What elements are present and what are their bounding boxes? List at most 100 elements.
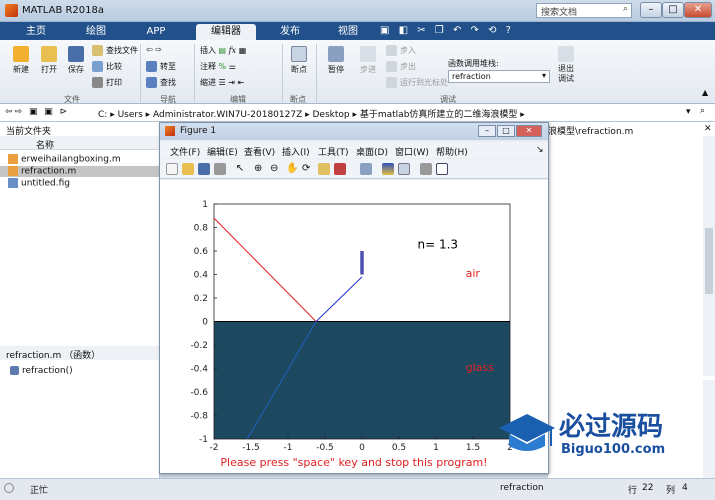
link-plot-icon[interactable] [360,163,372,175]
pause-button[interactable]: 暂停 [322,46,350,75]
nav-buttons[interactable]: ⇦⇨ ▣ ▣ ⊳ [5,107,69,117]
find-icon [146,77,157,88]
tab-publish[interactable]: 发布 [268,24,312,40]
details-header: refraction.m （函数） [0,346,160,361]
menu-help[interactable]: 帮助(H) [436,145,468,158]
rotate-icon[interactable]: ⟳ [302,163,314,175]
menu-tools[interactable]: 工具(T) [318,145,349,158]
ray-line-0 [213,217,317,322]
figure-close-button[interactable]: ✕ [516,125,542,137]
collapse-ribbon-icon[interactable]: ▲ [702,88,708,97]
pan-icon[interactable]: ✋ [286,163,298,175]
fig-file-icon [8,178,18,188]
new-icon [13,46,29,62]
menu-insert[interactable]: 插入(I) [282,145,310,158]
new-figure-icon[interactable] [166,163,178,175]
step-button[interactable]: 步进 [354,46,382,75]
find-files-button[interactable]: 查找文件 [92,45,138,56]
y-tick-label: 0.6 [194,247,209,257]
graduation-cap-icon [499,414,555,451]
address-bar: ⇦⇨ ▣ ▣ ⊳ C: ▸ Users ▸ Administrator.WIN7… [0,104,715,122]
hide-plot-tools-icon[interactable] [420,163,432,175]
pointer-icon[interactable]: ↖ [234,163,246,175]
comment-button[interactable]: 注释 % ⚌ [200,61,236,72]
tab-plots[interactable]: 绘图 [74,24,118,40]
comment-icon: ⚌ [228,62,236,71]
search-icon[interactable]: ⌕ [623,4,628,14]
scroll-thumb[interactable] [705,228,713,294]
menu-window[interactable]: 窗口(W) [395,145,429,158]
menu-view[interactable]: 查看(V) [244,145,275,158]
close-icon[interactable]: ✕ [704,124,712,134]
separator [282,44,283,102]
chevron-down-icon: ▾ [541,71,546,80]
tab-editor[interactable]: 编辑器 [196,24,256,40]
breadcrumb[interactable]: C: ▸ Users ▸ Administrator.WIN7U-2018012… [98,107,525,120]
save-button[interactable]: 保存 [64,46,88,75]
figure-canvas: -2 -1.5 -1 -0.5 0 0.5 1 1.5 2 1 0.8 0.6 0.4 0.2 0 -0.2-… [160,180,548,473]
indent-button[interactable]: 缩进 ☰ ⇥ ⇤ [200,77,244,88]
insert-button[interactable]: 插入 ▤ fx ▦ [200,45,246,56]
open-icon[interactable] [182,163,194,175]
file-item[interactable]: untitled.fig [8,178,70,189]
zoom-out-icon[interactable]: ⊖ [270,163,282,175]
row-label: 行 [628,486,638,496]
colorbar-icon[interactable] [382,163,394,175]
print-icon [92,77,103,88]
data-cursor-icon[interactable] [318,163,330,175]
command-window-scrollbar[interactable] [703,380,715,478]
tab-view[interactable]: 视图 [326,24,370,40]
chevron-down-icon[interactable]: ▾ [686,107,691,117]
show-plot-tools-icon[interactable] [436,163,448,175]
brush-icon[interactable] [334,163,346,175]
figure-window[interactable]: Figure 1 – □ ✕ 文件(F) 编辑(E) 查看(V) 插入(I) 工… [159,122,549,474]
x-tick-label: 1.5 [466,443,480,453]
exit-debug-button[interactable]: 退出调试 [554,46,578,84]
toolbar-quick-icons[interactable]: ▣ ◧ ✂ ❐ ↶ ↷ ⟲ ? [380,25,514,36]
y-tick-label: 0.2 [194,294,208,304]
breakpoints-button[interactable]: 断点 [286,46,312,75]
separator [316,44,317,102]
legend-icon[interactable] [398,163,410,175]
menu-file[interactable]: 文件(F) [170,145,200,158]
pause-icon [328,46,344,62]
new-button[interactable]: 新建 [8,46,34,75]
maximize-button[interactable]: □ [662,2,684,18]
run-to-cursor-button[interactable]: 运行到光标处 [386,77,448,88]
save-icon[interactable] [198,163,210,175]
call-stack-select[interactable]: refraction ▾ [448,70,550,83]
figure-minimize-button[interactable]: – [478,125,496,137]
file-item[interactable]: erweihailangboxing.m [8,154,121,165]
close-button[interactable]: ✕ [684,2,712,18]
status-file: refraction [500,483,544,493]
open-button[interactable]: 打开 [36,46,62,75]
zoom-in-icon[interactable]: ⊕ [254,163,266,175]
nav-arrows[interactable]: ⇦ ⇨ [146,45,162,54]
step-out-button[interactable]: 步出 [386,61,416,72]
details-item[interactable]: refraction() [10,366,73,376]
print-button[interactable]: 打印 [92,77,122,88]
call-stack-label: 函数调用堆栈: [448,59,499,68]
compare-button[interactable]: 比较 [92,61,122,72]
step-in-button[interactable]: 步入 [386,45,416,56]
find-button[interactable]: 查找 [146,77,176,88]
goto-button[interactable]: 转至 [146,61,176,72]
file-item-selected[interactable]: refraction.m [0,166,160,177]
tab-home[interactable]: 主页 [14,24,58,40]
watermark-url: Biguo100.com [561,442,666,457]
search-box[interactable]: 搜索文档 ⌕ [536,3,632,18]
column-header-name[interactable]: 名称 [0,136,160,151]
figure-maximize-button[interactable]: □ [497,125,515,137]
y-tick-label: 0.8 [194,224,209,234]
menu-edit[interactable]: 编辑(E) [207,145,238,158]
separator [194,44,195,102]
search-input[interactable]: 搜索文档 [541,8,577,18]
menu-desktop[interactable]: 桌面(D) [356,145,388,158]
air-label: air [466,267,481,280]
y-tick-label: -0.4 [190,365,208,375]
print-icon[interactable] [214,163,226,175]
search-icon[interactable]: ⌕ [700,106,705,116]
minimize-button[interactable]: – [640,2,662,18]
menubar-arrow-icon[interactable]: ↘ [536,145,544,155]
tab-apps[interactable]: APP [134,24,178,40]
